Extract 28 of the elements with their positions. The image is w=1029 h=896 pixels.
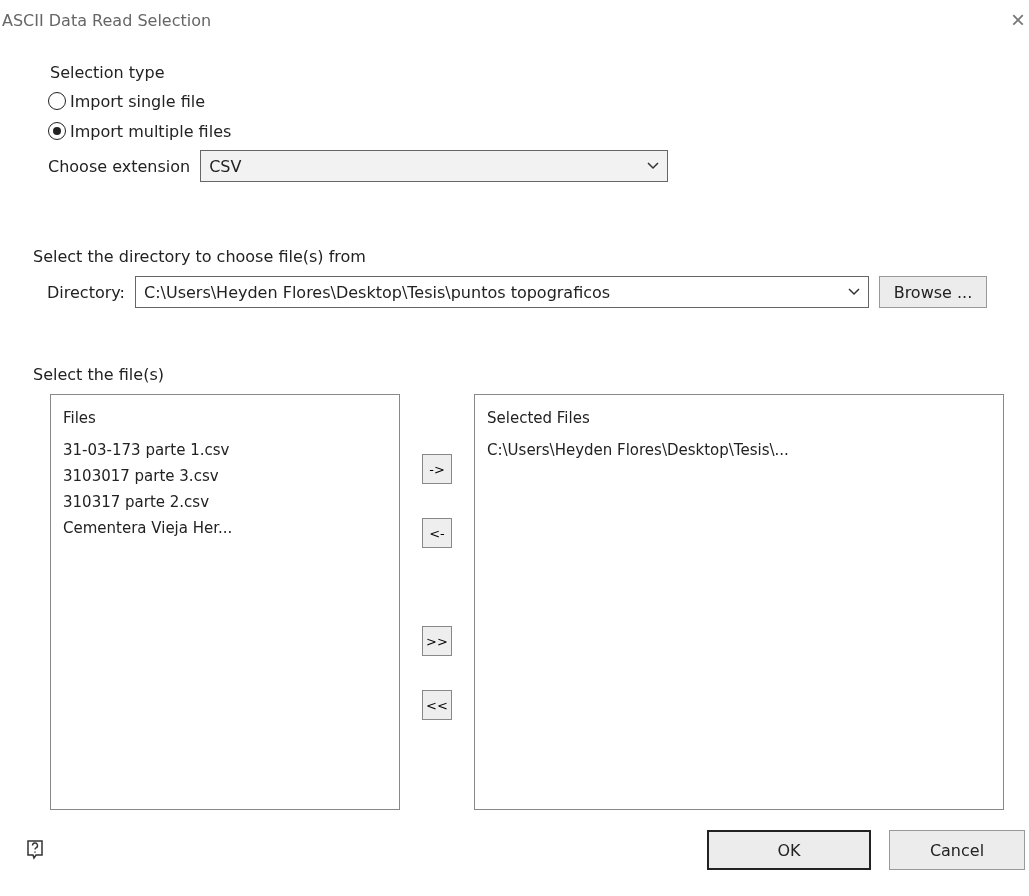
dialog-button[interactable]: Cancel	[889, 830, 1025, 870]
list-item[interactable]: 3103017 parte 3.csv	[63, 467, 399, 485]
chevron-down-icon	[847, 288, 860, 296]
chevron-down-icon	[647, 162, 660, 170]
extension-dropdown[interactable]: CSV	[200, 150, 669, 182]
list-title: Files	[63, 409, 97, 427]
list-title: Selected Files	[487, 409, 591, 427]
close-button[interactable]: ×	[1011, 6, 1025, 34]
dialog-button[interactable]: OK	[707, 830, 871, 870]
list-item[interactable]: C:\Users\Heyden Flores\Desktop\Tesis\...	[487, 441, 1003, 459]
section-heading: Selection type	[50, 61, 166, 84]
field-label: Directory:	[47, 282, 125, 302]
directory-dropdown[interactable]: C:\Users\Heyden Flores\Desktop\Tesis\puntos topograficos	[134, 276, 869, 308]
section-heading: Select the directory to choose file(s) from	[33, 245, 367, 268]
window-title: ASCII Data Read Selection	[2, 10, 212, 30]
move-button[interactable]: <<	[422, 690, 452, 720]
field-label: Choose extension	[48, 156, 191, 176]
section-heading: Select the file(s)	[33, 363, 165, 386]
browse-button[interactable]: Browse ...	[878, 276, 987, 308]
list-item[interactable]: 31-03-173 parte 1.csv	[63, 441, 399, 459]
list-item[interactable]: 310317 parte 2.csv	[63, 493, 399, 511]
help-icon[interactable]	[26, 839, 44, 861]
move-button[interactable]: ->	[422, 454, 452, 484]
move-button[interactable]: >>	[422, 626, 452, 656]
radio-label[interactable]: Import multiple files	[70, 121, 232, 141]
list-item[interactable]: Cementera Vieja Her...	[63, 519, 399, 537]
radio-label[interactable]: Import single file	[70, 91, 205, 111]
move-button[interactable]: <-	[422, 518, 452, 548]
